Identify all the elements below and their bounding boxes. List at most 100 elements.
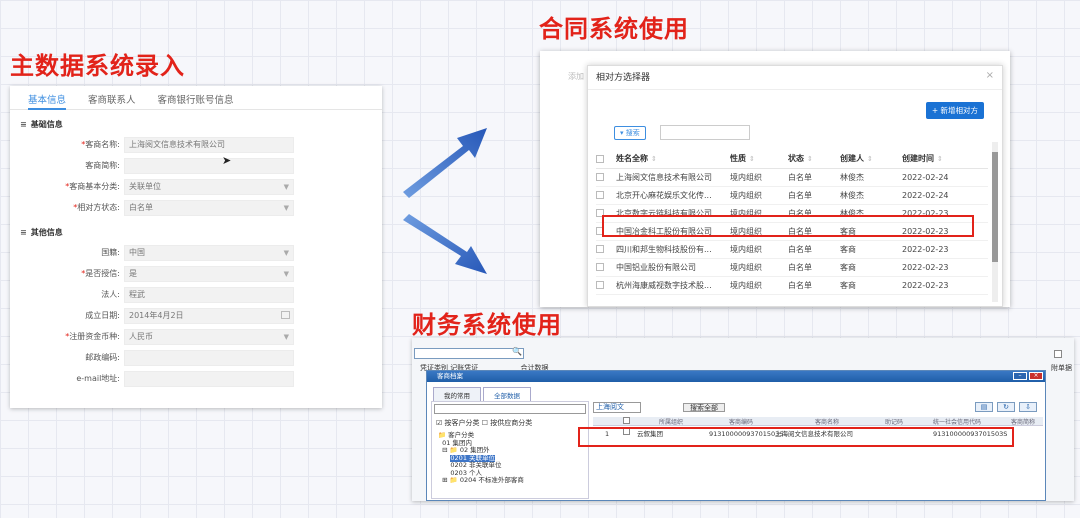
field-label: 成立日期:: [85, 311, 120, 320]
heading-contract-system: 合同系统使用: [539, 15, 689, 43]
grid-search-input[interactable]: 上海阅文: [593, 402, 641, 413]
arrow-up-right-icon: [403, 128, 487, 198]
tree-node[interactable]: ⊞ 📁 0204 不标准外部客商: [438, 476, 582, 485]
field-label: *客商名称:: [81, 140, 120, 149]
currency-select[interactable]: 人民币 ▼: [124, 328, 294, 345]
attachment-label: 附单据: [1051, 364, 1072, 372]
search-all-button[interactable]: 搜索全部: [683, 403, 725, 412]
column-header[interactable]: 客商名称: [815, 417, 839, 426]
column-header[interactable]: 助记码: [885, 417, 903, 426]
field-row: 成立日期: 2014年4月2日: [10, 305, 382, 326]
field-label: 客商简称:: [85, 161, 120, 170]
dialog-title: 相对方选择器: [588, 66, 1002, 90]
field-label: e-mail地址:: [76, 374, 120, 383]
field-label: *相对方状态:: [73, 203, 120, 212]
column-header[interactable]: 创建时间 ⇕: [902, 150, 988, 169]
row-checkbox[interactable]: [596, 263, 604, 271]
category-tree: 📁 客户分类 01 集团内 ⊟ 📁 02 集团外 0201 关联单位 0202 …: [432, 430, 588, 487]
option-checkbox[interactable]: [1054, 350, 1062, 358]
field-row: *客商基本分类: 关联单位 ▼: [10, 176, 382, 197]
chevron-down-icon: ▼: [283, 332, 289, 341]
field-row: *注册资金币种: 人民币 ▼: [10, 326, 382, 347]
field-label: 邮政编码:: [85, 353, 120, 362]
field-label: *客商基本分类:: [65, 182, 120, 191]
scrollbar-thumb[interactable]: [992, 152, 998, 262]
row-checkbox[interactable]: [596, 191, 604, 199]
arrow-down-right-icon: [403, 214, 487, 274]
column-header[interactable]: 客商简称: [1011, 417, 1035, 426]
field-label: *注册资金币种:: [65, 332, 120, 341]
field-row: 客商简称:: [10, 155, 382, 176]
row-checkbox[interactable]: [596, 173, 604, 181]
legal-person-input[interactable]: 程武: [124, 286, 294, 303]
chevron-down-icon: ▼: [283, 203, 289, 212]
minimize-icon[interactable]: –: [1013, 372, 1027, 380]
refresh-icon[interactable]: ↻: [997, 402, 1015, 412]
column-header[interactable]: 所属组织: [659, 417, 683, 426]
table-header-row: 姓名全称 ⇕ 性质 ⇕ 状态 ⇕ 创建人 ⇕ 创建时间 ⇕: [596, 150, 988, 169]
export-icon[interactable]: ⇩: [1019, 402, 1037, 412]
chevron-down-icon: ▼: [283, 182, 289, 191]
tab-favorites[interactable]: 我的常用: [433, 387, 481, 402]
add-counterparty-button[interactable]: + 新增相对方: [925, 102, 984, 119]
mouse-cursor-icon: ➤: [222, 154, 232, 167]
search-input[interactable]: [660, 125, 750, 140]
nationality-select[interactable]: 中国 ▼: [124, 244, 294, 261]
column-header[interactable]: 性质 ⇕: [730, 150, 788, 169]
section-other-title: 其他信息: [10, 218, 382, 242]
section-basic-title: 基础信息: [10, 110, 382, 134]
close-icon[interactable]: ×: [1029, 372, 1043, 380]
category-search-input[interactable]: [434, 404, 586, 414]
field-row: *相对方状态: 白名单 ▼: [10, 197, 382, 218]
credit-select[interactable]: 是 ▼: [124, 265, 294, 282]
column-header[interactable]: 客商编码: [729, 417, 753, 426]
column-header[interactable]: 姓名全称 ⇕: [616, 150, 730, 169]
heading-master-data: 主数据系统录入: [10, 52, 185, 80]
tab-all-data[interactable]: 全部数据: [483, 387, 531, 402]
search-button[interactable]: ▾ 搜索: [614, 126, 646, 140]
contract-system-window: 添加 相对方选择器 × + 新增相对方 ▾ 搜索 姓名全称 ⇕ 性质 ⇕ 状态 ⇕ 创…: [540, 51, 1010, 307]
search-icon[interactable]: 🔍: [512, 347, 522, 356]
field-label: *是否授信:: [81, 269, 120, 278]
field-row: *是否授信: 是 ▼: [10, 263, 382, 284]
field-row: e-mail地址:: [10, 368, 382, 389]
field-label: 法人:: [101, 290, 120, 299]
category-panel: ☑ 按客户分类 ☐ 按供应商分类 📁 客户分类 01 集团内 ⊟ 📁 02 集团…: [431, 401, 589, 499]
highlight-box: [602, 215, 974, 237]
email-input[interactable]: [124, 370, 294, 387]
background-label: 添加: [568, 72, 584, 81]
chevron-down-icon: ▼: [283, 269, 289, 278]
grid-header: 所属组织 客商编码 客商名称 助记码 统一社会信用代码 客商简称: [593, 417, 1043, 426]
column-header[interactable]: 创建人 ⇕: [840, 150, 902, 169]
scrollbar[interactable]: [992, 142, 998, 302]
merchant-short-name-input[interactable]: [124, 157, 294, 174]
column-header[interactable]: 统一社会信用代码: [933, 417, 981, 426]
table-row[interactable]: 上海阅文信息技术有限公司 境内组织 白名单 林俊杰 2022-02-24: [596, 168, 988, 187]
table-row[interactable]: 中国铝业股份有限公司 境内组织 白名单 客商 2022-02-23: [596, 258, 988, 277]
field-row: *客商名称: 上海阅文信息技术有限公司: [10, 134, 382, 155]
merchant-name-input[interactable]: 上海阅文信息技术有限公司: [124, 136, 294, 153]
table-row[interactable]: 杭州海康威视数字技术股... 境内组织 白名单 客商 2022-02-23: [596, 276, 988, 295]
classification-options[interactable]: ☑ 按客户分类 ☐ 按供应商分类: [432, 416, 588, 430]
master-data-form: 基本信息 客商联系人 客商银行账号信息 基础信息 *客商名称: 上海阅文信息技术…: [10, 86, 382, 408]
table-row[interactable]: 四川和邦生物科技股份有... 境内组织 白名单 客商 2022-02-23: [596, 240, 988, 259]
postal-code-input[interactable]: [124, 349, 294, 366]
table-row[interactable]: 北京开心麻花娱乐文化传... 境内组织 白名单 林俊杰 2022-02-24: [596, 186, 988, 205]
calendar-icon[interactable]: [281, 310, 290, 319]
close-icon[interactable]: ×: [986, 70, 994, 81]
counterparty-selector-dialog: 相对方选择器 × + 新增相对方 ▾ 搜索 姓名全称 ⇕ 性质 ⇕ 状态 ⇕ 创建人 ⇕…: [587, 65, 1003, 307]
field-label: 国籍:: [101, 248, 120, 257]
tab-basic-info[interactable]: 基本信息: [28, 92, 67, 110]
toolbar-icons: ▤ ↻ ⇩: [975, 402, 1037, 412]
merchant-category-select[interactable]: 关联单位 ▼: [124, 178, 294, 195]
row-checkbox[interactable]: [596, 245, 604, 253]
view-icon[interactable]: ▤: [975, 402, 993, 412]
column-header[interactable]: 状态 ⇕: [788, 150, 840, 169]
tab-bank-accounts[interactable]: 客商银行账号信息: [158, 92, 234, 110]
top-search-input[interactable]: 🔍: [414, 347, 524, 359]
established-date-input[interactable]: 2014年4月2日: [124, 307, 294, 324]
row-checkbox[interactable]: [596, 281, 604, 289]
counterparty-status-select[interactable]: 白名单 ▼: [124, 199, 294, 216]
tab-contacts[interactable]: 客商联系人: [88, 92, 136, 110]
select-all-checkbox[interactable]: [596, 154, 604, 163]
